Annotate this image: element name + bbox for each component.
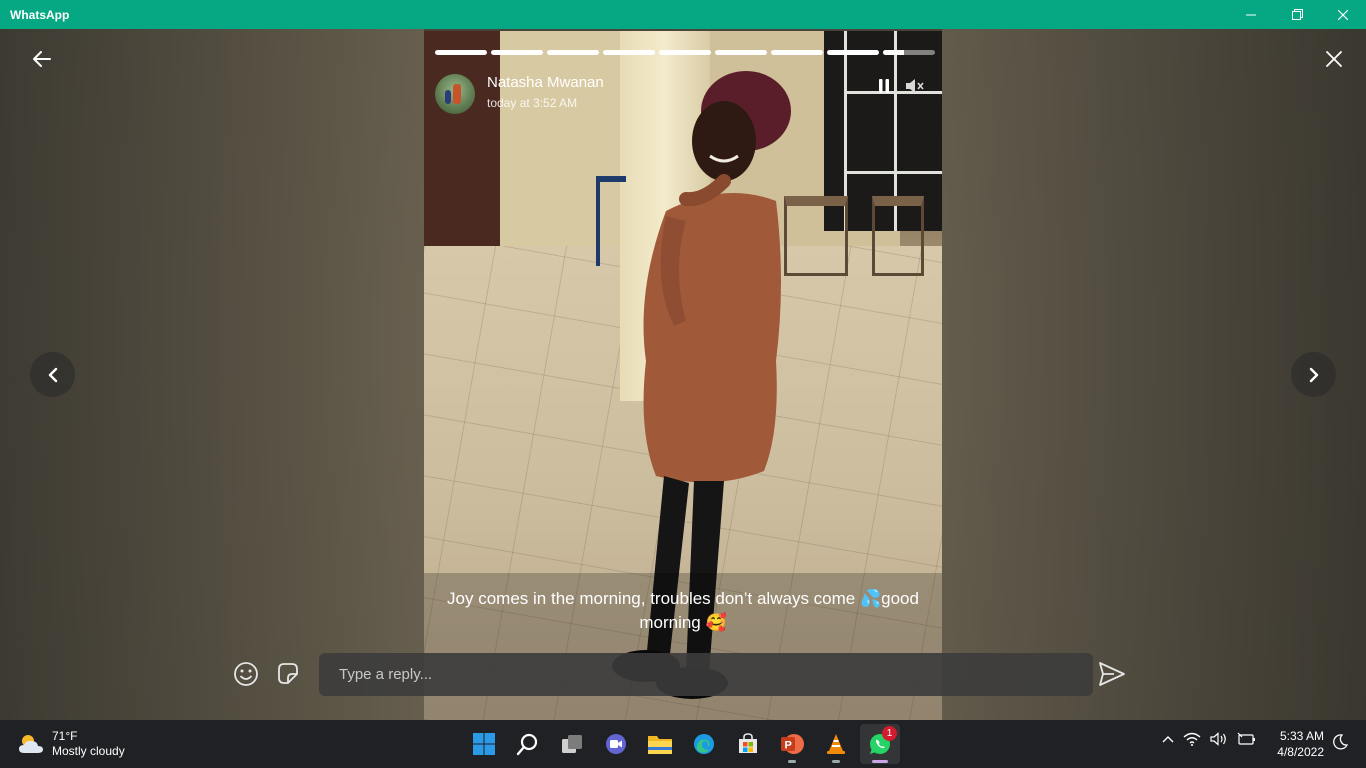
- partly-cloudy-icon: [19, 735, 43, 753]
- progress-segment: [603, 50, 655, 55]
- store-icon: [739, 733, 757, 753]
- chevron-left-icon: [48, 367, 57, 382]
- battery-charging-icon[interactable]: [1237, 732, 1257, 746]
- folder-icon: [648, 736, 672, 754]
- progress-segment-fill: [715, 50, 767, 55]
- back-button[interactable]: [28, 45, 56, 73]
- status-timestamp: today at 3:52 AM: [487, 96, 578, 110]
- clock-time: 5:33 AM: [1279, 729, 1324, 743]
- sticker-icon: [278, 663, 298, 684]
- progress-segment: [715, 50, 767, 55]
- file-explorer-button[interactable]: [640, 724, 680, 764]
- system-clock[interactable]: 5:33 AM 4/8/2022: [1270, 728, 1324, 760]
- caption-line-1: Joy comes in the morning, troubles don’t…: [447, 589, 919, 608]
- reply-input[interactable]: [319, 653, 1093, 696]
- vlc-cone-icon: [827, 734, 845, 754]
- caption-line-2: morning 🥰: [639, 613, 727, 632]
- video-chat-icon: [606, 734, 626, 754]
- emoji-icon: [234, 662, 258, 686]
- weather-temp: 71°F: [52, 729, 78, 743]
- progress-segment-fill: [603, 50, 655, 55]
- system-tray: [1162, 732, 1257, 746]
- restore-button[interactable]: [1274, 0, 1320, 29]
- arrow-left-icon: [33, 51, 51, 67]
- volume-icon[interactable]: [1210, 732, 1228, 746]
- next-status-button[interactable]: [1291, 352, 1336, 397]
- close-status-button[interactable]: [1320, 45, 1348, 73]
- progress-segment-fill: [659, 50, 711, 55]
- taskbar: 71°F Mostly cloudy P 1 5:33 AM 4/8/2022: [0, 720, 1366, 768]
- moon-icon: [1333, 734, 1349, 750]
- status-caption: Joy comes in the morning, troubles don’t…: [424, 587, 942, 635]
- progress-segment: [491, 50, 543, 55]
- status-progress-bar: [435, 50, 935, 55]
- mute-icon[interactable]: [905, 78, 925, 94]
- task-view-button[interactable]: [552, 724, 592, 764]
- restore-icon: [1291, 9, 1303, 20]
- status-controls: [877, 78, 925, 94]
- status-header: Natasha Mwanan today at 3:52 AM: [435, 74, 931, 118]
- weather-widget[interactable]: 71°F Mostly cloudy: [18, 729, 125, 759]
- contact-name[interactable]: Natasha Mwanan: [487, 74, 604, 92]
- minimize-icon: [1246, 14, 1256, 15]
- progress-segment: [883, 50, 935, 55]
- clock-date: 4/8/2022: [1277, 745, 1324, 759]
- contact-meta: Natasha Mwanan today at 3:52 AM: [487, 74, 604, 110]
- reply-bar: [0, 653, 1366, 697]
- app-title: WhatsApp: [10, 7, 70, 22]
- weather-desc: Mostly cloudy: [52, 744, 125, 758]
- edge-browser-button[interactable]: [684, 724, 724, 764]
- windows-icon: [473, 733, 495, 755]
- contact-avatar[interactable]: [435, 74, 475, 114]
- edge-icon: [694, 734, 714, 754]
- progress-segment-fill: [435, 50, 487, 55]
- previous-status-button[interactable]: [30, 352, 75, 397]
- powerpoint-button[interactable]: P: [772, 724, 812, 764]
- wifi-icon[interactable]: [1183, 732, 1201, 746]
- progress-segment-fill: [491, 50, 543, 55]
- close-window-icon: [1338, 9, 1348, 20]
- vlc-button[interactable]: [816, 724, 856, 764]
- search-icon: [516, 733, 538, 756]
- progress-segment-fill: [883, 50, 904, 55]
- status-viewer: Natasha Mwanan today at 3:52 AM Joy come…: [0, 29, 1366, 720]
- close-window-button[interactable]: [1320, 0, 1366, 29]
- taskbar-apps: P 1: [464, 724, 900, 764]
- search-button[interactable]: [508, 724, 548, 764]
- teams-chat-button[interactable]: [596, 724, 636, 764]
- progress-segment: [435, 50, 487, 55]
- progress-segment-fill: [771, 50, 823, 55]
- send-button[interactable]: [1098, 661, 1128, 689]
- minimize-button[interactable]: [1228, 0, 1274, 29]
- progress-segment-fill: [827, 50, 879, 55]
- progress-segment: [827, 50, 879, 55]
- powerpoint-icon: P: [781, 734, 804, 754]
- progress-segment: [547, 50, 599, 55]
- window-controls: [1228, 0, 1366, 29]
- progress-segment: [659, 50, 711, 55]
- svg-text:P: P: [785, 740, 792, 752]
- notification-center-button[interactable]: [1332, 734, 1349, 755]
- progress-segment: [771, 50, 823, 55]
- progress-segment-fill: [547, 50, 599, 55]
- chevron-right-icon: [1309, 367, 1318, 382]
- notification-badge: 1: [882, 726, 897, 741]
- start-button[interactable]: [464, 724, 504, 764]
- pause-icon[interactable]: [877, 78, 891, 94]
- emoji-button[interactable]: [233, 661, 259, 687]
- whatsapp-taskbar-button[interactable]: 1: [860, 724, 900, 764]
- title-bar: WhatsApp: [0, 0, 1366, 29]
- status-photo: Natasha Mwanan today at 3:52 AM Joy come…: [424, 31, 942, 720]
- task-view-icon: [562, 735, 582, 753]
- microsoft-store-button[interactable]: [728, 724, 768, 764]
- close-icon: [1326, 51, 1342, 67]
- sticker-button[interactable]: [275, 661, 301, 687]
- chevron-up-icon[interactable]: [1162, 735, 1174, 743]
- send-icon: [1099, 662, 1125, 686]
